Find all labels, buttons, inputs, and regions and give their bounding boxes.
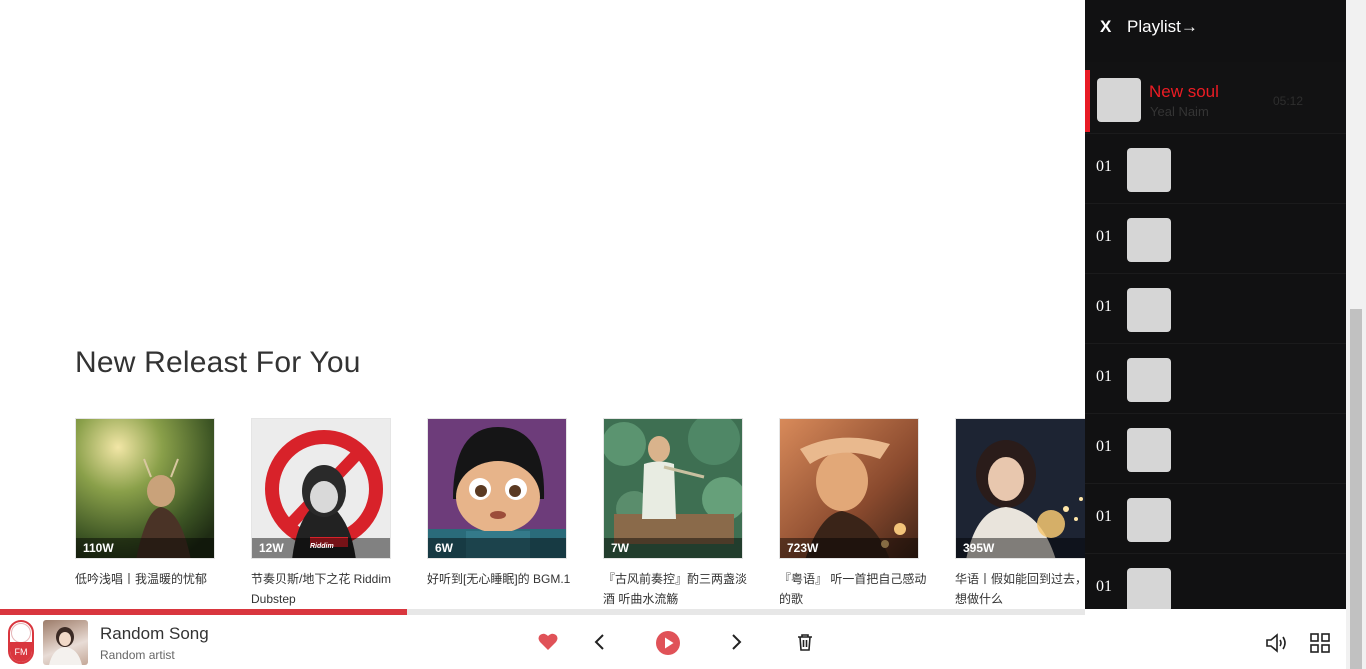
player-bar: FM Random Song Random artist bbox=[0, 615, 1366, 669]
now-playing-cover[interactable] bbox=[43, 620, 88, 665]
close-playlist-button[interactable]: X bbox=[1100, 17, 1111, 37]
playlist-item[interactable]: 01 bbox=[1085, 204, 1346, 274]
playlist-item[interactable]: 01 bbox=[1085, 414, 1346, 484]
play-count: 7W bbox=[611, 541, 629, 555]
song-cover bbox=[1127, 428, 1171, 472]
current-song-duration: 05:12 bbox=[1273, 94, 1304, 108]
card-title[interactable]: 『粤语』 听一首把自己感动的歌 bbox=[779, 569, 927, 608]
card-cover[interactable]: 6W bbox=[427, 418, 567, 559]
track-number: 01 bbox=[1096, 438, 1112, 455]
volume-icon[interactable] bbox=[1264, 631, 1290, 655]
song-cover bbox=[1127, 218, 1171, 262]
heart-icon[interactable] bbox=[537, 631, 559, 653]
card-title[interactable]: 低吟浅唱丨我温暖的忧郁 bbox=[75, 569, 223, 589]
music-app: New Releast For You 110W 低吟浅唱丨我温暖的忧郁 12W… bbox=[0, 0, 1366, 669]
playlist-current-song[interactable]: New soul Yeal Naim 05:12 bbox=[1085, 62, 1346, 134]
song-cover bbox=[1097, 78, 1141, 122]
playlist-item[interactable]: 01 bbox=[1085, 484, 1346, 554]
current-song-artist: Yeal Naim bbox=[1150, 104, 1209, 119]
scrollbar-thumb[interactable] bbox=[1350, 309, 1362, 669]
card-cover[interactable]: 7W bbox=[603, 418, 743, 559]
new-release-list: 110W 低吟浅唱丨我温暖的忧郁 12W Riddim 节奏贝斯/地下之花 Ri… bbox=[75, 418, 1085, 608]
playlist-card[interactable]: 723W 『粤语』 听一首把自己感动的歌 bbox=[779, 418, 926, 608]
card-title[interactable]: 『古风前奏控』酌三两盏淡酒 听曲水流觞 bbox=[603, 569, 751, 608]
previous-icon[interactable] bbox=[589, 631, 609, 653]
play-count: 110W bbox=[83, 541, 114, 555]
play-icon[interactable] bbox=[655, 630, 681, 656]
card-title[interactable]: 华语丨假如能回到过去，你想做什么 bbox=[955, 569, 1085, 608]
card-title[interactable]: 好听到[无心睡眠]的 BGM.1 bbox=[427, 569, 575, 589]
card-cover[interactable]: 723W bbox=[779, 418, 919, 559]
playlist-card[interactable]: 12W Riddim 节奏贝斯/地下之花 Riddim Dubstep bbox=[251, 418, 391, 608]
song-cover bbox=[1127, 288, 1171, 332]
playlist-item[interactable]: 01 bbox=[1085, 134, 1346, 204]
current-song-title: New soul bbox=[1149, 82, 1219, 101]
fm-toggle[interactable]: FM bbox=[8, 620, 34, 664]
now-playing-cover-art bbox=[49, 627, 82, 665]
play-count: 12W bbox=[259, 541, 284, 555]
riddim-badge: Riddim bbox=[310, 543, 334, 550]
trash-icon[interactable] bbox=[795, 631, 815, 653]
track-number: 01 bbox=[1096, 298, 1112, 315]
song-cover bbox=[1127, 358, 1171, 402]
playlist-card[interactable]: 110W 低吟浅唱丨我温暖的忧郁 bbox=[75, 418, 215, 589]
playlist-card[interactable]: 7W 『古风前奏控』酌三两盏淡酒 听曲水流觞 bbox=[603, 418, 747, 608]
fm-label: FM bbox=[10, 642, 32, 662]
active-indicator bbox=[1085, 70, 1090, 132]
playlist-item[interactable]: 01 bbox=[1085, 554, 1346, 609]
play-count: 395W bbox=[963, 541, 995, 555]
playlist-item[interactable]: 01 bbox=[1085, 344, 1346, 414]
fm-toggle-knob bbox=[11, 623, 31, 643]
song-cover bbox=[1127, 568, 1171, 609]
track-number: 01 bbox=[1096, 228, 1112, 245]
track-number: 01 bbox=[1096, 158, 1112, 175]
page-scrollbar[interactable] bbox=[1346, 0, 1366, 669]
now-playing-title[interactable]: Random Song bbox=[100, 624, 209, 644]
section-title: New Releast For You bbox=[75, 346, 361, 379]
card-cover[interactable]: 110W bbox=[75, 418, 215, 559]
song-cover bbox=[1127, 498, 1171, 542]
playlist-header: X Playlist→ bbox=[1085, 0, 1346, 58]
now-playing-artist[interactable]: Random artist bbox=[100, 648, 175, 662]
playlist-card[interactable]: 6W 好听到[无心睡眠]的 BGM.1 bbox=[427, 418, 570, 589]
song-cover bbox=[1127, 148, 1171, 192]
card-cover[interactable]: 395W bbox=[955, 418, 1085, 559]
playlist-card[interactable]: 395W 华语丨假如能回到过去，你想做什么 bbox=[955, 418, 1085, 608]
card-cover[interactable]: 12W Riddim bbox=[251, 418, 391, 559]
play-count: 723W bbox=[787, 541, 819, 555]
track-number: 01 bbox=[1096, 508, 1112, 525]
playlist-panel: X Playlist→ New soul Yeal Naim 05:12 01 … bbox=[1085, 0, 1346, 609]
track-number: 01 bbox=[1096, 368, 1112, 385]
grid-icon[interactable] bbox=[1308, 631, 1332, 655]
playlist-item[interactable]: 01 bbox=[1085, 274, 1346, 344]
play-count: 6W bbox=[435, 541, 453, 555]
track-number: 01 bbox=[1096, 578, 1112, 595]
next-icon[interactable] bbox=[727, 631, 747, 653]
playlist-title: Playlist→ bbox=[1127, 17, 1198, 36]
card-title[interactable]: 节奏贝斯/地下之花 Riddim Dubstep bbox=[251, 569, 399, 608]
